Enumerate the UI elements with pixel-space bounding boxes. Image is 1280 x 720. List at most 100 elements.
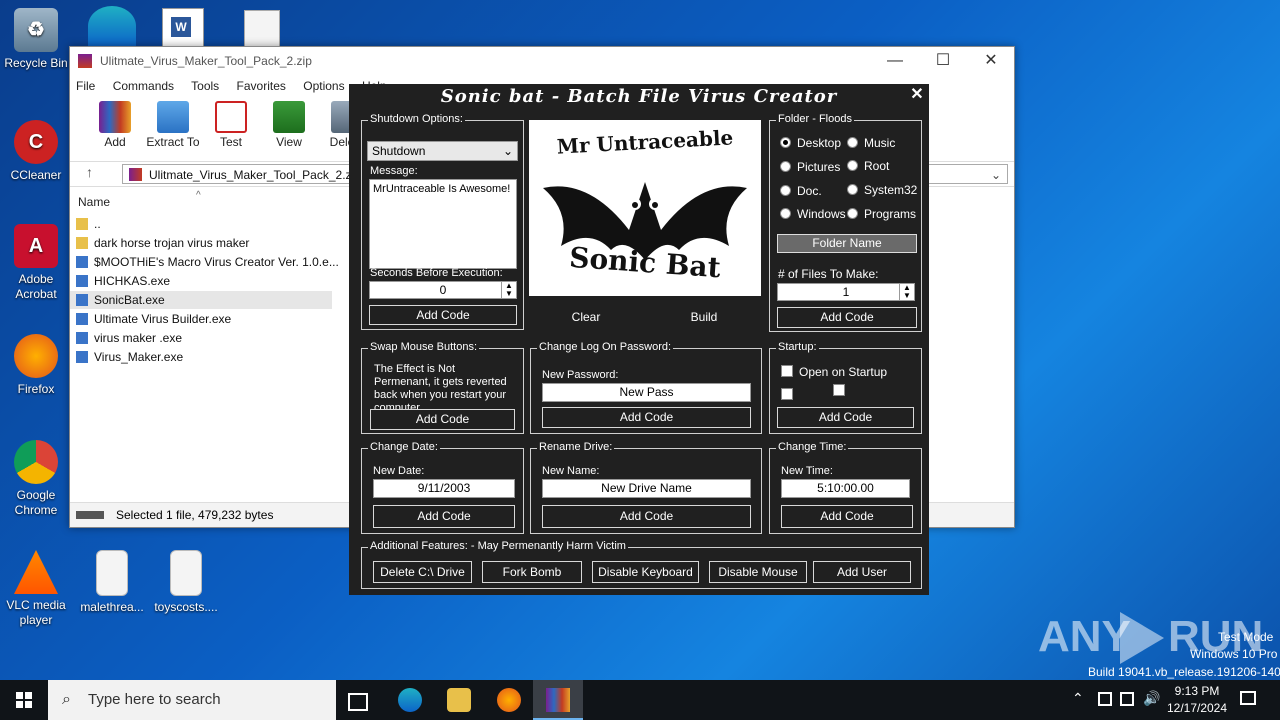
chevron-up-icon[interactable]: ⌃ [1072, 690, 1084, 707]
build-button[interactable]: Build [649, 308, 759, 328]
new-time-input[interactable]: 5:10:00.00 [781, 479, 910, 498]
table-row[interactable]: Virus_Maker.exe [76, 348, 183, 366]
seconds-stepper[interactable]: 0 ▲ ▼ [369, 281, 517, 299]
add-code-button[interactable]: Add Code [370, 409, 515, 430]
disable-mouse-button[interactable]: Disable Mouse [709, 561, 807, 583]
desktop-icon-adobe-acrobat[interactable]: A Adobe Acrobat [4, 224, 68, 302]
message-textarea[interactable]: MrUntraceable Is Awesome! [369, 179, 517, 269]
radio-windows[interactable] [780, 208, 791, 219]
chevron-down-icon[interactable]: ⌄ [991, 165, 1001, 185]
view-button[interactable]: View [260, 97, 318, 149]
start-button[interactable] [0, 680, 48, 720]
sonicbat-title[interactable]: Sonic bat - Batch File Virus Creator [349, 84, 929, 110]
radio-doc[interactable] [780, 185, 791, 196]
maximize-icon[interactable]: ☐ [920, 47, 966, 75]
windows-logo-icon [16, 692, 32, 708]
add-user-button[interactable]: Add User [813, 561, 911, 583]
spin-icon[interactable]: ▲ ▼ [899, 284, 914, 300]
files-value: 1 [842, 285, 850, 299]
table-row[interactable]: HICHKAS.exe [76, 272, 170, 290]
new-password-input[interactable]: New Pass [542, 383, 751, 402]
edge-desktop-icon[interactable] [88, 6, 136, 46]
table-row-selected[interactable]: SonicBat.exe [70, 291, 332, 309]
radio-programs[interactable] [847, 208, 858, 219]
col-name[interactable]: Name [78, 193, 110, 211]
winrar-taskbar-button[interactable] [533, 680, 583, 720]
clock[interactable]: 9:13 PM 12/17/2024 [1160, 683, 1234, 717]
desktop-icon-toyscosts[interactable]: toyscosts.... [154, 550, 218, 615]
button-label: Build [690, 310, 718, 324]
button-label: Add Code [619, 509, 674, 523]
table-row[interactable]: virus maker .exe [76, 329, 182, 347]
checkbox-3[interactable] [833, 384, 845, 396]
close-icon[interactable]: ✕ [909, 86, 925, 104]
word-doc-icon[interactable]: W [162, 8, 204, 48]
firefox-icon [14, 334, 58, 378]
file-explorer-icon[interactable] [447, 688, 471, 712]
edge-taskbar-icon[interactable] [398, 688, 422, 712]
add-code-button[interactable]: Add Code [373, 505, 515, 528]
radio-music[interactable] [847, 137, 858, 148]
winrar-titlebar[interactable]: Ulitmate_Virus_Maker_Tool_Pack_2.zip — ☐… [70, 47, 1014, 75]
desktop-icon-recycle-bin[interactable]: ♻ Recycle Bin [4, 8, 68, 71]
new-name-input[interactable]: New Drive Name [542, 479, 751, 498]
delete-c-drive-button[interactable]: Delete C:\ Drive [373, 561, 472, 583]
new-date-input[interactable]: 9/11/2003 [373, 479, 515, 498]
menu-tools[interactable]: Tools [191, 79, 219, 93]
table-row[interactable]: .. [76, 215, 101, 233]
notification-icon[interactable] [1240, 691, 1256, 705]
table-row[interactable]: $MOOTHiE's Macro Virus Creator Ver. 1.0.… [76, 253, 339, 271]
menu-favorites[interactable]: Favorites [237, 79, 286, 93]
files-stepper[interactable]: 1 ▲ ▼ [777, 283, 915, 301]
menu-file[interactable]: File [76, 79, 95, 93]
radio-desktop[interactable] [780, 137, 791, 148]
checkbox-2[interactable] [781, 388, 793, 400]
ccleaner-icon: C [14, 120, 58, 164]
clear-button[interactable]: Clear [531, 308, 641, 328]
radio-system32[interactable] [847, 184, 858, 195]
desktop-icon-vlc[interactable]: VLC media player [4, 550, 68, 628]
windows-build-text: Build 19041.vb_release.191206-1406 [1088, 665, 1280, 679]
desktop-icon-label: Recycle Bin [4, 56, 68, 70]
open-on-startup-checkbox[interactable] [781, 365, 793, 377]
volume-icon[interactable]: 🔊 [1143, 690, 1160, 707]
add-code-button[interactable]: Add Code [369, 305, 517, 325]
add-code-button[interactable]: Add Code [777, 407, 914, 428]
change-date-group: Change Date: New Date: 9/11/2003 Add Cod… [361, 441, 524, 534]
add-code-button[interactable]: Add Code [542, 407, 751, 428]
table-row[interactable]: dark horse trojan virus maker [76, 234, 249, 252]
group-label: Change Date: [368, 441, 440, 453]
radio-root[interactable] [847, 160, 858, 171]
add-button[interactable]: Add [86, 97, 144, 149]
radio-pictures[interactable] [780, 161, 791, 172]
desktop-icon-firefox[interactable]: Firefox [4, 334, 68, 397]
add-code-button[interactable]: Add Code [542, 505, 751, 528]
spin-icon[interactable]: ▲ ▼ [501, 282, 516, 298]
close-icon[interactable]: ✕ [968, 47, 1014, 75]
extract-to-button[interactable]: Extract To [144, 97, 202, 149]
desktop-icon-malethrea[interactable]: malethrea... [80, 550, 144, 615]
firefox-taskbar-icon[interactable] [497, 688, 521, 712]
fork-bomb-button[interactable]: Fork Bomb [482, 561, 582, 583]
desktop-icon-chrome[interactable]: Google Chrome [4, 440, 68, 518]
table-row[interactable]: Ultimate Virus Builder.exe [76, 310, 231, 328]
menu-commands[interactable]: Commands [113, 79, 174, 93]
exe-icon [76, 332, 88, 344]
taskbar-search-box[interactable]: ⌕ Type here to search [48, 680, 336, 720]
test-button[interactable]: Test [202, 97, 260, 149]
desktop-icon-label: VLC media player [6, 598, 66, 627]
up-arrow-icon[interactable]: ↑ [86, 164, 93, 180]
network-icon[interactable] [1098, 692, 1112, 706]
disable-keyboard-button[interactable]: Disable Keyboard [592, 561, 699, 583]
task-view-icon[interactable] [348, 693, 368, 711]
folder-name-field[interactable]: Folder Name [777, 234, 917, 253]
desktop-icon-ccleaner[interactable]: C CCleaner [4, 120, 68, 183]
menu-options[interactable]: Options [303, 79, 344, 93]
add-code-button[interactable]: Add Code [777, 307, 917, 328]
shutdown-dropdown[interactable]: Shutdown ⌄ [367, 141, 518, 161]
ethernet-icon[interactable] [1120, 692, 1134, 706]
image-file-icon[interactable] [244, 10, 280, 48]
minimize-icon[interactable]: — [872, 47, 918, 75]
add-code-button[interactable]: Add Code [781, 505, 913, 528]
add-archive-icon [99, 101, 131, 133]
